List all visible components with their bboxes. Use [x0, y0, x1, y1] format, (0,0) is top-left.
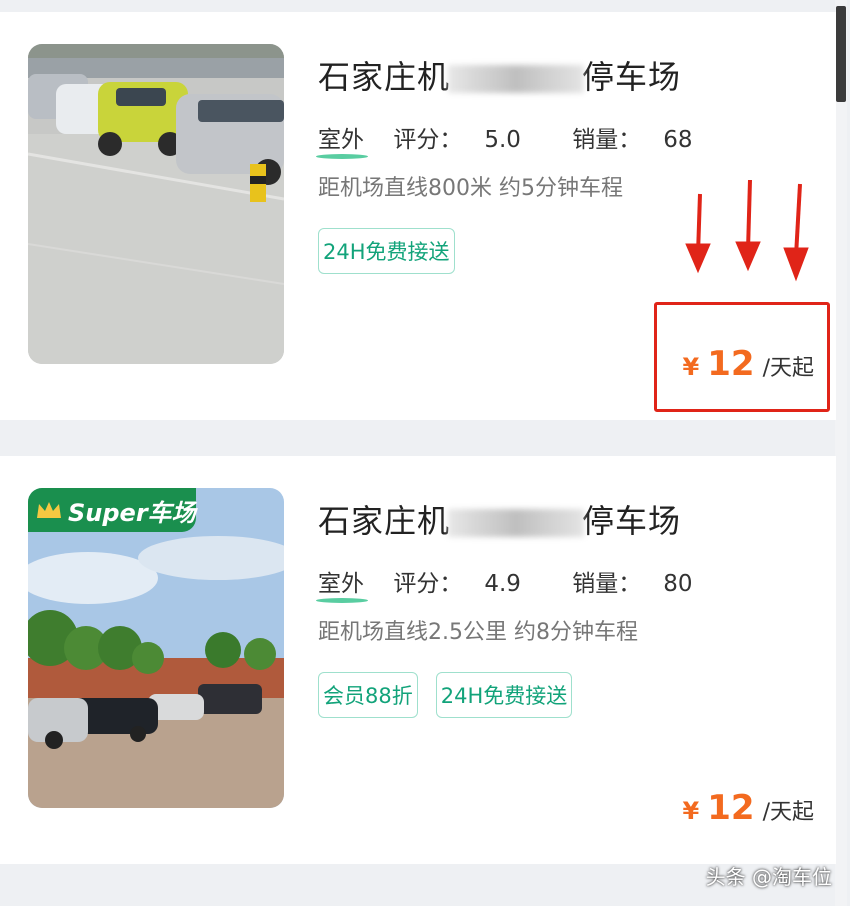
title-text: 停车场 [582, 58, 682, 96]
listing-stats: 室外 评分： 5.0 销量： 68 [316, 120, 736, 159]
sales-count: 销量： 80 [572, 571, 693, 597]
outdoor-label: 室外 [316, 120, 368, 159]
scrollbar[interactable] [835, 0, 847, 906]
listing-title[interactable]: 石家庄机 停车场 [318, 52, 681, 98]
rating: 评分： 4.9 [393, 571, 521, 597]
parking-lot-photo [28, 44, 284, 364]
price-highlight-box [654, 302, 830, 412]
blurred-text [448, 65, 585, 93]
listing-stats: 室外 评分： 4.9 销量： 80 [316, 564, 736, 603]
title-text: 停车场 [582, 502, 682, 540]
sales-count: 销量： 68 [572, 127, 693, 153]
distance-info: 距机场直线2.5公里 约8分钟车程 [318, 620, 638, 645]
annotation-arrows [685, 179, 809, 282]
outdoor-label: 室外 [316, 564, 368, 603]
distance-info: 距机场直线800米 约5分钟车程 [318, 176, 623, 201]
price-unit: /天起 [762, 800, 814, 825]
scrollbar-thumb[interactable] [836, 6, 846, 102]
member-discount-tag: 会员88折 [318, 672, 418, 718]
badge-label: Super车场 [68, 498, 196, 527]
tag-list: 24H免费接送 [318, 228, 455, 274]
crown-icon [37, 502, 61, 518]
shuttle-tag: 24H免费接送 [435, 672, 573, 718]
price: ¥ 12 /天起 [683, 788, 814, 828]
tag-list: 会员88折 24H免费接送 [318, 672, 573, 718]
parking-listing-card[interactable]: Super车场 石家庄机 停车场 室外 评分： 4.9 销量： 80 距机场直线2.5… [0, 456, 836, 864]
listing-title[interactable]: 石家庄机 停车场 [318, 496, 681, 542]
currency-symbol: ¥ [682, 797, 700, 825]
title-text: 石家庄机 [318, 58, 451, 96]
price-value: 12 [707, 788, 755, 828]
super-parking-badge: Super车场 [28, 488, 196, 532]
title-text: 石家庄机 [318, 502, 451, 540]
blurred-text [448, 509, 585, 537]
parking-lot-photo: Super车场 [28, 488, 284, 808]
shuttle-tag: 24H免费接送 [318, 228, 455, 274]
watermark: 头条 @淘车位 [705, 865, 832, 889]
rating: 评分： 5.0 [393, 127, 521, 153]
